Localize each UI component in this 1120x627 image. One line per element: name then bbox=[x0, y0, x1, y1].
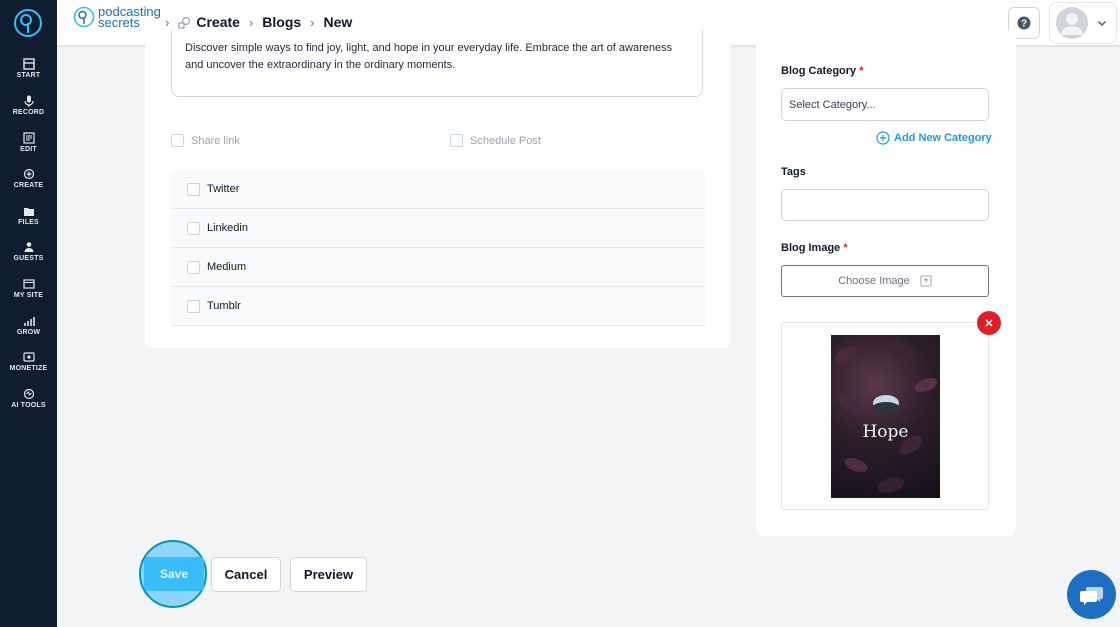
close-icon bbox=[985, 319, 993, 327]
sidebar-item-label: MY SITE bbox=[13, 292, 44, 299]
category-placeholder: Select Category... bbox=[789, 98, 876, 111]
sidebar-item-guests[interactable]: GUESTS bbox=[0, 241, 57, 262]
monetize-icon bbox=[22, 352, 35, 362]
social-item-linkedin[interactable]: Linkedin bbox=[171, 209, 705, 248]
required-mark: * bbox=[859, 65, 864, 77]
ai-tools-icon bbox=[23, 388, 34, 400]
save-label: Save bbox=[159, 567, 189, 581]
image-caption: Hope bbox=[862, 422, 909, 442]
remove-image-button[interactable] bbox=[977, 311, 1001, 335]
required-mark: * bbox=[843, 242, 848, 254]
sidebar-item-label: MONETIZE bbox=[9, 365, 48, 372]
create-breadcrumb-icon bbox=[178, 16, 191, 29]
label-text: Blog Image bbox=[781, 242, 841, 254]
checkbox-box[interactable] bbox=[450, 134, 463, 147]
social-label: Tumblr bbox=[207, 300, 241, 312]
breadcrumb-create[interactable]: Create bbox=[196, 14, 240, 30]
sidebar: START RECORD EDIT CREATE FILES GUESTS MY… bbox=[0, 0, 57, 627]
guests-icon bbox=[24, 242, 33, 252]
sidebar-item-ai-tools[interactable]: AI TOOLS bbox=[0, 388, 57, 409]
preview-button[interactable]: Preview bbox=[290, 557, 367, 592]
share-link-label: Share link bbox=[191, 134, 240, 147]
sidebar-item-label: AI TOOLS bbox=[11, 402, 46, 409]
chevron-right-icon: › bbox=[165, 14, 170, 30]
blog-image-preview: Hope bbox=[831, 335, 940, 498]
sidebar-item-start[interactable]: START bbox=[0, 58, 57, 79]
sidebar-item-label: RECORD bbox=[12, 109, 45, 116]
social-label: Linkedin bbox=[207, 222, 248, 234]
social-item-twitter[interactable]: Twitter bbox=[171, 170, 705, 209]
choose-image-button[interactable]: Choose Image bbox=[781, 265, 989, 297]
social-item-medium[interactable]: Medium bbox=[171, 248, 705, 287]
sidebar-item-label: GUESTS bbox=[13, 255, 44, 262]
sidebar-item-label: GROW bbox=[16, 329, 41, 336]
help-icon: ? bbox=[1017, 16, 1031, 30]
chevron-right-icon: › bbox=[248, 14, 254, 30]
breadcrumb-new: New bbox=[323, 14, 353, 30]
schedule-post-checkbox[interactable]: Schedule Post bbox=[450, 134, 541, 147]
blog-category-label: Blog Category * bbox=[781, 65, 864, 77]
breadcrumb-blogs[interactable]: Blogs bbox=[262, 14, 301, 30]
brand-logo-icon bbox=[73, 6, 95, 28]
sidebar-item-create[interactable]: CREATE bbox=[0, 168, 57, 189]
label-text: Blog Category bbox=[781, 65, 857, 77]
add-new-category-link[interactable]: Add New Category bbox=[876, 131, 992, 145]
leaf-pattern bbox=[835, 341, 938, 493]
plus-circle-icon bbox=[876, 131, 890, 145]
chat-icon bbox=[1079, 586, 1103, 605]
sidebar-item-my-site[interactable]: MY SITE bbox=[0, 278, 57, 299]
social-label: Twitter bbox=[207, 183, 240, 195]
chevron-down-icon bbox=[1098, 21, 1106, 26]
files-icon bbox=[23, 208, 34, 216]
sidebar-item-label: START bbox=[16, 72, 41, 79]
avatar bbox=[1056, 7, 1088, 39]
sidebar-item-label: CREATE bbox=[13, 182, 44, 189]
social-share-list: Twitter Linkedin Medium Tumblr bbox=[171, 170, 705, 326]
label-text: Tags bbox=[781, 166, 806, 178]
breadcrumb: › Create › Blogs › New bbox=[165, 14, 352, 30]
svg-text:?: ? bbox=[1021, 19, 1027, 30]
checkbox-box[interactable] bbox=[187, 260, 200, 274]
app-logo-icon[interactable] bbox=[13, 8, 43, 38]
cancel-button[interactable]: Cancel bbox=[211, 557, 281, 592]
description-textarea[interactable]: Discover simple ways to find joy, light,… bbox=[171, 30, 703, 97]
social-item-tumblr[interactable]: Tumblr bbox=[171, 287, 705, 326]
brand-name: podcasting secrets bbox=[98, 5, 161, 29]
chevron-right-icon: › bbox=[310, 14, 315, 30]
edit-icon bbox=[22, 132, 35, 144]
schedule-post-label: Schedule Post bbox=[470, 134, 541, 147]
sidebar-item-files[interactable]: FILES bbox=[0, 205, 57, 226]
sidebar-item-label: EDIT bbox=[20, 146, 37, 153]
checkbox-box[interactable] bbox=[187, 221, 200, 235]
sidebar-item-record[interactable]: RECORD bbox=[0, 95, 57, 116]
blog-image-label: Blog Image * bbox=[781, 242, 848, 254]
add-category-text: Add New Category bbox=[894, 132, 992, 144]
sidebar-item-grow[interactable]: GROW bbox=[0, 315, 57, 336]
checkbox-box[interactable] bbox=[187, 299, 200, 313]
chat-widget-button[interactable] bbox=[1067, 570, 1116, 619]
checkbox-box[interactable] bbox=[171, 134, 184, 147]
choose-image-text: Choose Image bbox=[838, 275, 910, 287]
category-select[interactable]: Select Category... bbox=[781, 88, 989, 121]
microphone-icon bbox=[23, 95, 34, 107]
sidebar-item-edit[interactable]: EDIT bbox=[0, 132, 57, 153]
site-icon bbox=[22, 279, 35, 289]
grow-icon bbox=[23, 317, 35, 326]
image-upload-icon bbox=[920, 275, 932, 287]
checkbox-box[interactable] bbox=[187, 182, 200, 196]
user-menu[interactable] bbox=[1049, 2, 1117, 44]
cancel-label: Cancel bbox=[224, 567, 268, 582]
create-icon bbox=[23, 168, 34, 180]
start-icon bbox=[22, 58, 35, 70]
share-link-checkbox[interactable]: Share link bbox=[171, 134, 240, 147]
preview-label: Preview bbox=[303, 567, 354, 582]
social-label: Medium bbox=[207, 261, 247, 273]
save-button[interactable]: Save bbox=[144, 557, 204, 591]
tags-label: Tags bbox=[781, 166, 806, 178]
sidebar-item-monetize[interactable]: MONETIZE bbox=[0, 351, 57, 372]
tags-input[interactable] bbox=[781, 189, 989, 221]
sidebar-item-label: FILES bbox=[18, 219, 39, 226]
description-text: Discover simple ways to find joy, light,… bbox=[185, 42, 673, 71]
brand-logo[interactable]: podcasting secrets bbox=[73, 5, 161, 29]
